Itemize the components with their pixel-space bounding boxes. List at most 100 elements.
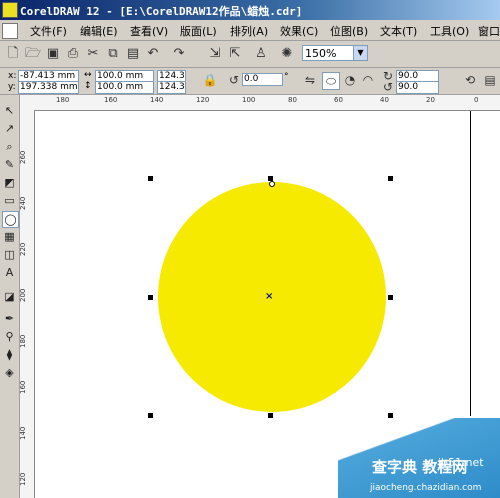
property-bar: x: -87.413 mm y: 197.338 mm ↔ 100.0 mm ↕… <box>0 68 500 95</box>
cut-icon[interactable]: ✂ <box>84 45 102 63</box>
scale-y-field[interactable]: 124.3 <box>157 81 186 94</box>
paste-icon[interactable]: ▤ <box>124 45 142 63</box>
selection-handle[interactable] <box>148 295 153 300</box>
standard-toolbar: 🗋 🗁 ▣ ⎙ ✂ ⧉ ▤ ↶ ↷ ⇲ ⇱ ♙ ✺ 150% ▼ <box>0 41 500 68</box>
window-title: CorelDRAW 12 - [E:\CorelDRAW12作品\蜡烛.cdr] <box>20 5 303 18</box>
app-launcher-icon[interactable]: ♙ <box>252 45 270 63</box>
basic-shapes-tool-icon[interactable]: ◫ <box>2 247 17 262</box>
undo-icon[interactable]: ↶ <box>144 45 162 63</box>
x-label: x: <box>8 71 17 81</box>
width-icon: ↔ <box>84 70 92 80</box>
menu-view[interactable]: 查看(V) <box>130 23 168 39</box>
chevron-down-icon[interactable]: ▼ <box>353 46 367 60</box>
redo-icon[interactable]: ↷ <box>170 45 188 63</box>
h-tick: 140 <box>150 96 164 104</box>
rotate-icon: ↺ <box>228 73 240 87</box>
h-tick: 20 <box>426 96 435 104</box>
menu-text[interactable]: 文本(T) <box>380 23 417 39</box>
outline-tool-icon[interactable]: ⚲ <box>2 329 17 344</box>
center-marker-icon: × <box>265 291 274 302</box>
end-angle-field[interactable]: 90.0 <box>396 81 439 94</box>
horizontal-ruler[interactable]: 180 160 140 120 100 80 60 40 20 0 <box>34 95 500 111</box>
selection-handle[interactable] <box>148 413 153 418</box>
ellipse-tool-icon[interactable]: ◯ <box>2 211 19 228</box>
menu-tools[interactable]: 工具(O) <box>430 23 469 39</box>
selection-handle[interactable] <box>388 295 393 300</box>
ellipse-node[interactable] <box>269 181 275 187</box>
v-tick: 180 <box>19 334 27 348</box>
pie-mode-icon[interactable]: ◔ <box>342 72 358 88</box>
h-tick: 40 <box>380 96 389 104</box>
ruler-corner[interactable] <box>19 95 35 111</box>
print-icon[interactable]: ⎙ <box>64 45 82 63</box>
zoom-value: 150% <box>305 47 337 60</box>
polygon-tool-icon[interactable]: ▦ <box>2 229 17 244</box>
menu-layout[interactable]: 版面(L) <box>180 23 217 39</box>
watermark-domain: jb51.net <box>438 456 484 469</box>
selection-handle[interactable] <box>268 176 273 181</box>
zoom-tool-icon[interactable]: ⌕ <box>2 139 17 154</box>
new-icon[interactable]: 🗋 <box>4 45 22 63</box>
menu-effects[interactable]: 效果(C) <box>280 23 318 39</box>
h-tick: 80 <box>288 96 297 104</box>
text-tool-icon[interactable]: A <box>2 265 17 280</box>
watermark-url: jiaocheng.chazidian.com <box>370 483 482 493</box>
h-tick: 160 <box>104 96 118 104</box>
v-tick: 220 <box>19 242 27 256</box>
lock-ratio-icon[interactable]: 🔒 <box>202 72 218 88</box>
rotation-field[interactable]: 0.0 <box>242 73 283 86</box>
toolbox: ↖ ↗ ⌕ ✎ ◩ ▭ ◯ ▦ ◫ A ◪ ✒ ⚲ ⧫ ◈ <box>0 95 20 498</box>
ellipse-mode-icon[interactable]: ⬭ <box>322 72 340 90</box>
interactive-blend-tool-icon[interactable]: ◪ <box>2 289 17 304</box>
wrap-text-icon[interactable]: ▤ <box>482 72 498 88</box>
v-tick: 240 <box>19 196 27 210</box>
arc-mode-icon[interactable]: ◠ <box>360 72 376 88</box>
import-icon[interactable]: ⇲ <box>206 45 224 63</box>
h-tick: 60 <box>334 96 343 104</box>
export-icon[interactable]: ⇱ <box>226 45 244 63</box>
menu-arrange[interactable]: 排列(A) <box>230 23 268 39</box>
v-tick: 140 <box>19 426 27 440</box>
v-tick: 200 <box>19 288 27 302</box>
v-tick: 120 <box>19 472 27 486</box>
h-tick: 100 <box>242 96 256 104</box>
degree-sign: ° <box>284 72 289 82</box>
fill-tool-icon[interactable]: ⧫ <box>2 347 17 362</box>
menu-window[interactable]: 窗口 <box>478 23 500 39</box>
menu-edit[interactable]: 编辑(E) <box>80 23 118 39</box>
zoom-select[interactable]: 150% ▼ <box>302 45 368 61</box>
pick-tool-icon[interactable]: ↖ <box>2 103 17 118</box>
selection-handle[interactable] <box>148 176 153 181</box>
y-position-field[interactable]: 197.338 mm <box>18 81 79 94</box>
vertical-ruler[interactable]: 260 240 220 200 180 160 140 120 <box>19 110 35 498</box>
smart-fill-tool-icon[interactable]: ◩ <box>2 175 17 190</box>
selection-handle[interactable] <box>388 176 393 181</box>
v-tick: 260 <box>19 150 27 164</box>
direction-icon[interactable]: ⟲ <box>462 72 478 88</box>
title-bar: CorelDRAW 12 - [E:\CorelDRAW12作品\蜡烛.cdr] <box>0 0 500 20</box>
h-tick: 0 <box>474 96 479 104</box>
open-icon[interactable]: 🗁 <box>24 45 42 63</box>
corel-online-icon[interactable]: ✺ <box>278 45 296 63</box>
interactive-fill-tool-icon[interactable]: ◈ <box>2 365 17 380</box>
h-tick: 180 <box>56 96 70 104</box>
eyedropper-tool-icon[interactable]: ✒ <box>2 311 17 326</box>
selection-handle[interactable] <box>268 413 273 418</box>
height-field[interactable]: 100.0 mm <box>95 81 154 94</box>
v-tick: 160 <box>19 380 27 394</box>
height-icon: ↕ <box>84 81 92 91</box>
rectangle-tool-icon[interactable]: ▭ <box>2 193 17 208</box>
y-label: y: <box>8 82 16 92</box>
mirror-icon[interactable]: ⇋ <box>302 72 318 88</box>
menu-bitmaps[interactable]: 位图(B) <box>330 23 368 39</box>
document-icon[interactable] <box>2 23 18 39</box>
save-icon[interactable]: ▣ <box>44 45 62 63</box>
menu-bar: 文件(F) 编辑(E) 查看(V) 版面(L) 排列(A) 效果(C) 位图(B… <box>0 20 500 41</box>
shape-tool-icon[interactable]: ↗ <box>2 121 17 136</box>
h-tick: 120 <box>196 96 210 104</box>
copy-icon[interactable]: ⧉ <box>104 45 122 63</box>
end-angle-icon: ↺ <box>382 80 394 94</box>
menu-file[interactable]: 文件(F) <box>30 23 67 39</box>
page-border <box>470 111 471 416</box>
freehand-tool-icon[interactable]: ✎ <box>2 157 17 172</box>
